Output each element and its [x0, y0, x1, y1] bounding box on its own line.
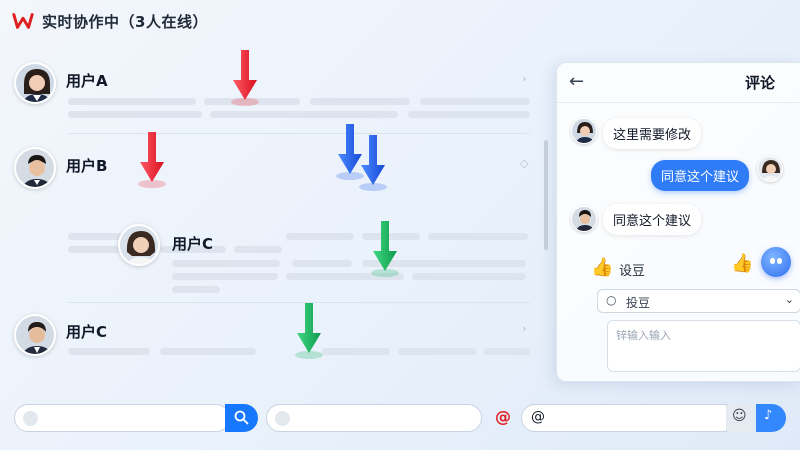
- search-button[interactable]: [225, 404, 258, 432]
- avatar: [14, 147, 56, 189]
- scrollbar[interactable]: [544, 140, 548, 250]
- user-name: 用户C: [66, 323, 108, 341]
- avatar: [14, 314, 56, 356]
- thumbs-up-icon[interactable]: 👍: [591, 257, 613, 278]
- chevron-right-icon[interactable]: ›: [522, 322, 526, 335]
- comment-bubble[interactable]: 这里需要修改: [603, 118, 702, 149]
- comment-textarea[interactable]: 锌输入输入: [607, 320, 800, 372]
- red-cursor-arrow: [231, 50, 259, 106]
- avatar: [757, 156, 783, 182]
- app-header: 实时协作中（3人在线）: [12, 8, 208, 34]
- comments-title: 评论: [745, 74, 776, 92]
- user-name: 用户A: [66, 72, 108, 90]
- collaboration-list: 用户A › 用户B ◇ 用户C 用户C ›: [0, 50, 540, 390]
- search-icon: ○: [606, 293, 617, 307]
- list-item[interactable]: 用户A ›: [0, 50, 540, 134]
- list-item[interactable]: 用户B ◇: [0, 136, 540, 253]
- comment-bubble[interactable]: 同意这个建议: [651, 160, 750, 191]
- user-name: 用户B: [66, 157, 108, 175]
- search-icon: [234, 410, 249, 425]
- list-item[interactable]: 用户C ›: [0, 306, 540, 386]
- green-cursor-arrow: [295, 303, 323, 359]
- green-cursor-arrow: [371, 221, 399, 277]
- search-field[interactable]: [14, 404, 230, 432]
- comments-panel: ← 评论 这里需要修改 同意这个建议 同意这个建议 👍 设豆 👍 ○ 投豆 ⌄ …: [556, 62, 800, 382]
- notification-button[interactable]: ♪: [756, 404, 786, 432]
- reaction-label: 设豆: [619, 264, 646, 279]
- diamond-icon[interactable]: ◇: [520, 157, 528, 170]
- user-name: 用户C: [172, 235, 214, 253]
- comment-bubble[interactable]: 同意这个建议: [603, 204, 702, 235]
- thumbs-up-icon[interactable]: 👍: [731, 253, 753, 274]
- list-item[interactable]: 用户C: [0, 218, 540, 303]
- chevron-right-icon[interactable]: ›: [522, 72, 526, 85]
- comments-header: ← 评论: [557, 63, 800, 103]
- emoji-button[interactable]: ☺: [726, 404, 754, 432]
- red-cursor-arrow: [138, 132, 166, 188]
- page-title: 实时协作中（3人在线）: [42, 12, 208, 31]
- text-field[interactable]: [266, 404, 482, 432]
- avatar: [118, 224, 160, 266]
- divider: [68, 133, 530, 134]
- mention-icon[interactable]: @: [495, 407, 511, 426]
- smile-icon: ☺: [732, 408, 747, 424]
- blue-cursor-arrow: [359, 135, 387, 191]
- avatar: [14, 62, 56, 104]
- arrow-left-icon[interactable]: ←: [569, 71, 584, 92]
- search-input[interactable]: ○ 投豆 ⌄: [597, 289, 800, 313]
- chevron-down-icon[interactable]: ⌄: [785, 293, 794, 306]
- avatar: [571, 118, 597, 144]
- bell-icon: ♪: [764, 408, 773, 423]
- mention-input[interactable]: [521, 404, 727, 432]
- assistant-bot-icon[interactable]: [761, 247, 791, 277]
- mention-symbol: @: [531, 409, 545, 425]
- avatar: [571, 206, 597, 232]
- wps-logo-icon: [12, 13, 34, 29]
